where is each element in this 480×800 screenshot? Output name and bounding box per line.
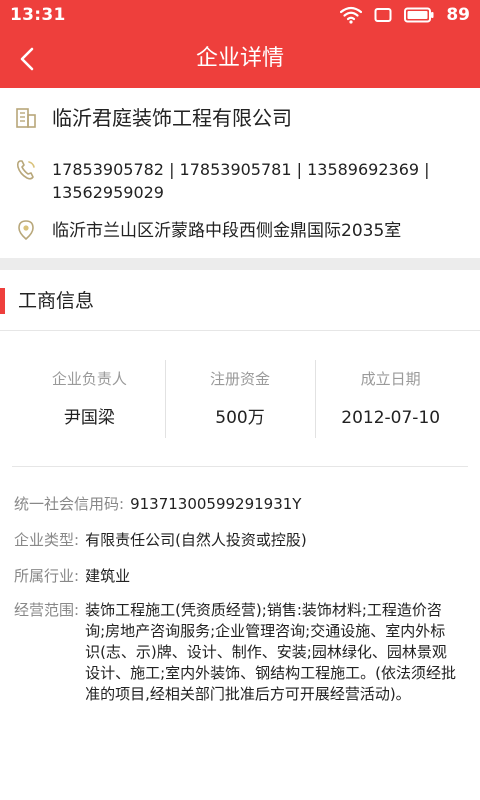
company-name: 临沂君庭装饰工程有限公司: [52, 106, 292, 130]
phone-numbers[interactable]: 17853905782 | 17853905781 | 13589692369 …: [52, 158, 456, 204]
divider: [12, 466, 468, 467]
company-address[interactable]: 临沂市兰山区沂蒙路中段西侧金鼎国际2035室: [52, 217, 456, 245]
app-bar: 企业详情: [0, 30, 480, 88]
section-accent-bar: [0, 288, 5, 314]
stat-value: 500万: [215, 408, 265, 428]
detail-label: 经营范围:: [14, 601, 80, 619]
detail-label: 企业类型:: [14, 531, 80, 549]
stat-legal-representative: 企业负责人 尹国梁: [14, 358, 165, 440]
detail-value: 建筑业: [85, 567, 131, 585]
stat-label: 成立日期: [360, 370, 421, 388]
divider: [0, 330, 480, 331]
detail-business-scope: 经营范围: 装饰工程施工(凭资质经营);销售:装饰材料;工程造价咨询;房地产咨询…: [14, 600, 460, 705]
detail-value: 有限责任公司(自然人投资或控股): [85, 531, 307, 549]
section-header: 工商信息: [0, 280, 480, 324]
building-icon: [16, 108, 36, 128]
stat-value: 2012-07-10: [341, 408, 441, 428]
detail-label: 所属行业:: [14, 567, 80, 585]
stat-label: 注册资金: [210, 370, 271, 388]
stat-value: 尹国梁: [63, 408, 115, 428]
company-name-row: 临沂君庭装饰工程有限公司: [0, 103, 480, 133]
status-icons: 89: [340, 5, 470, 25]
phone-icon: [16, 160, 35, 180]
section-separator: [0, 258, 480, 270]
detail-credit-code: 统一社会信用码: 91371300599291931Y: [14, 494, 460, 515]
detail-value: 装饰工程施工(凭资质经营);销售:装饰材料;工程造价咨询;房地产咨询服务;企业管…: [85, 601, 456, 703]
status-time: 13:31: [10, 5, 66, 25]
section-title: 工商信息: [18, 290, 95, 312]
battery-level: 89: [446, 5, 470, 25]
battery-icon: [404, 7, 434, 23]
location-pin-icon: [18, 220, 34, 241]
address-row[interactable]: 临沂市兰山区沂蒙路中段西侧金鼎国际2035室: [0, 217, 480, 247]
detail-value: 91371300599291931Y: [130, 495, 302, 513]
detail-industry: 所属行业: 建筑业: [14, 566, 460, 587]
status-bar: 13:31 89: [0, 0, 480, 30]
stat-label: 企业负责人: [51, 370, 127, 388]
detail-company-type: 企业类型: 有限责任公司(自然人投资或控股): [14, 530, 460, 551]
wifi-icon: [340, 6, 363, 24]
page-title: 企业详情: [195, 46, 284, 71]
stat-registered-capital: 注册资金 500万: [164, 358, 316, 440]
phone-row[interactable]: 17853905782 | 17853905781 | 13589692369 …: [0, 158, 480, 206]
stat-founded-date: 成立日期 2012-07-10: [315, 358, 466, 440]
detail-label: 统一社会信用码:: [14, 495, 125, 513]
screen-cast-icon: [374, 8, 392, 22]
business-stats: 企业负责人 尹国梁 注册资金 500万 成立日期 2012-07-10: [0, 358, 480, 440]
